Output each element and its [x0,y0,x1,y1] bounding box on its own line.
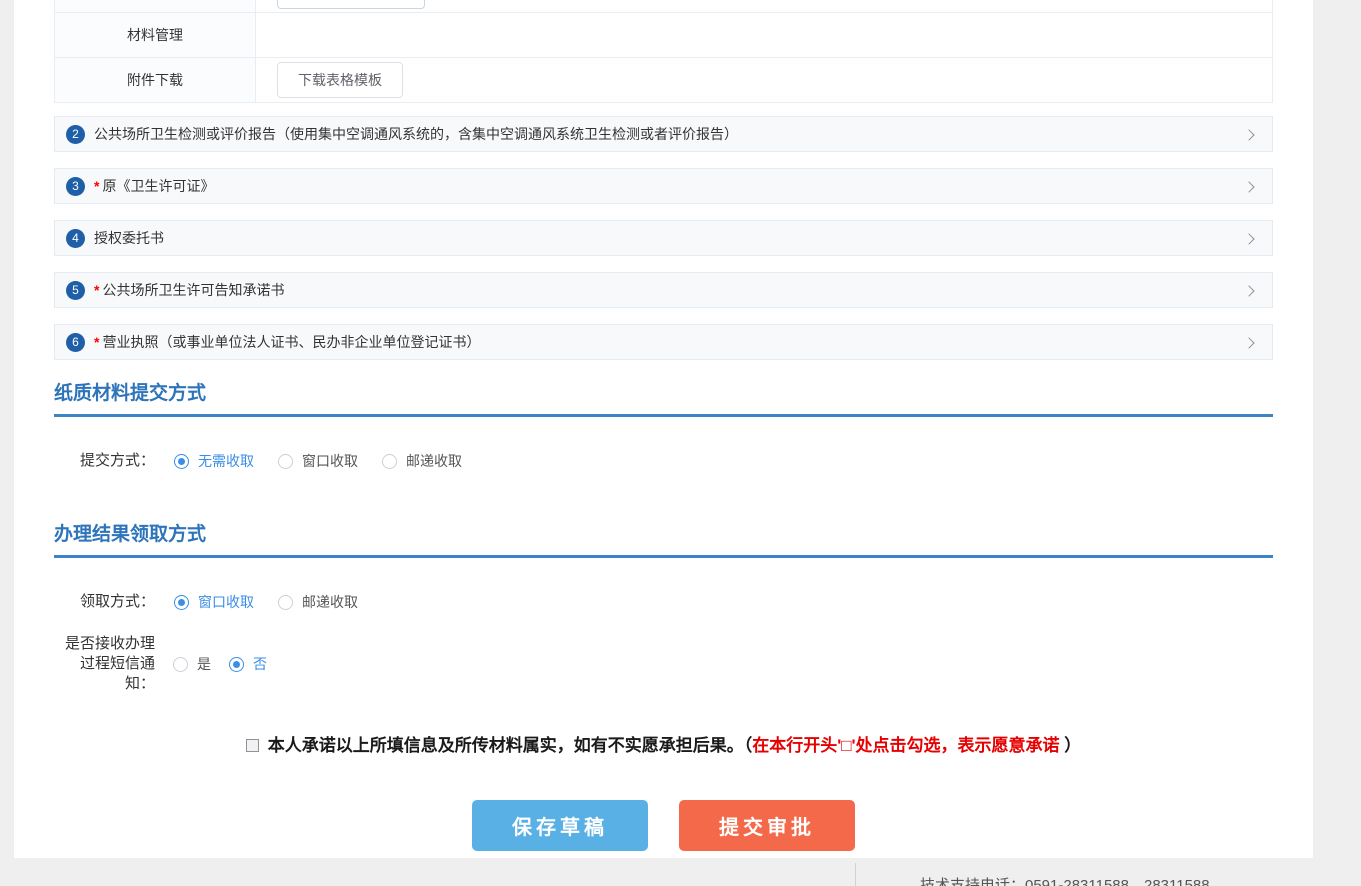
promise-hint-red: 在本行开头'□'处点击勾选，表示愿意承诺 [752,736,1059,755]
sms-notify-field: 是否接收办理 过程短信通 知： 是 否 [54,634,1273,694]
accordion-item-label: 授权委托书 [94,228,164,248]
support-phone-text: 技术支持电话：0591-28311588、28311588 [920,874,1210,886]
chevron-right-icon [1243,181,1254,192]
download-template-button[interactable]: 下载表格模板 [277,62,403,98]
footer: 技术支持电话：0591-28311588、28311588 [0,858,1361,886]
pickup-method-field: 领取方式： 窗口收取 邮递收取 [54,592,1273,612]
table-row [55,0,1272,12]
item-number-badge: 3 [66,177,85,196]
radio-icon [174,595,189,610]
accordion-item-label: 公共场所卫生检测或评价报告（使用集中空调通风系统的，含集中空调通风系统卫生检测或… [94,124,738,144]
required-asterisk: * [94,334,99,350]
table-row: 材料管理 [55,12,1272,57]
save-draft-button[interactable]: 保存草稿 [472,800,648,851]
radio-icon [382,454,397,469]
promise-row: 本人承诺以上所填信息及所传材料属实，如有不实愿承担后果。（在本行开头'□'处点击… [54,734,1273,758]
chevron-right-icon [1243,233,1254,244]
pickup-method-label: 领取方式： [54,592,155,612]
promise-checkbox[interactable] [246,739,259,752]
action-button-row: 保存草稿 提交审批 [54,800,1273,851]
attachment-download-label: 附件下载 [55,58,256,102]
radio-icon [173,657,188,672]
item-number-badge: 2 [66,125,85,144]
accordion-item-label: 营业执照（或事业单位法人证书、民办非企业单位登记证书） [102,332,480,352]
accordion-item-2[interactable]: 2 公共场所卫生检测或评价报告（使用集中空调通风系统的，含集中空调通风系统卫生检… [54,116,1273,152]
radio-sms-yes[interactable]: 是 [173,654,211,674]
materials-table: 材料管理 附件下载 下载表格模板 [54,0,1273,103]
material-accordion: 2 公共场所卫生检测或评价报告（使用集中空调通风系统的，含集中空调通风系统卫生检… [54,116,1273,360]
promise-text: 本人承诺以上所填信息及所传材料属实，如有不实愿承担后果。（在本行开头'□'处点击… [268,734,1082,758]
accordion-item-4[interactable]: 4 授权委托书 [54,220,1273,256]
chevron-right-icon [1243,337,1254,348]
footer-divider [855,863,856,886]
row-value-cell [256,13,1272,57]
radio-no-collection[interactable]: 无需收取 [174,451,254,471]
paper-material-section-title: 纸质材料提交方式 [54,378,1273,417]
content-card: 材料管理 附件下载 下载表格模板 2 公共场所卫生检测或评价报告（使用集中空调通… [14,0,1313,858]
chevron-right-icon [1243,285,1254,296]
chevron-right-icon [1243,129,1254,140]
radio-mail-pickup[interactable]: 邮递收取 [278,592,358,612]
accordion-item-label: 原《卫生许可证》 [102,176,214,196]
item-number-badge: 6 [66,333,85,352]
accordion-item-label: 公共场所卫生许可告知承诺书 [102,280,284,300]
accordion-item-5[interactable]: 5 * 公共场所卫生许可告知承诺书 [54,272,1273,308]
required-asterisk: * [94,178,99,194]
radio-mail-collection[interactable]: 邮递收取 [382,451,462,471]
item-number-badge: 5 [66,281,85,300]
item-number-badge: 4 [66,229,85,248]
submit-method-field: 提交方式： 无需收取 窗口收取 邮递收取 [54,451,1273,471]
required-asterisk: * [94,282,99,298]
radio-icon [278,454,293,469]
clipped-input-fragment [277,0,425,9]
accordion-item-6[interactable]: 6 * 营业执照（或事业单位法人证书、民办非企业单位登记证书） [54,324,1273,360]
table-row: 附件下载 下载表格模板 [55,57,1272,102]
page: 材料管理 附件下载 下载表格模板 2 公共场所卫生检测或评价报告（使用集中空调通… [0,0,1361,886]
radio-icon [229,657,244,672]
submit-approval-button[interactable]: 提交审批 [679,800,855,851]
row-label-cell [55,0,256,12]
material-manage-label: 材料管理 [55,13,256,57]
result-pickup-section-title: 办理结果领取方式 [54,519,1273,558]
radio-window-collection[interactable]: 窗口收取 [278,451,358,471]
radio-icon [278,595,293,610]
row-value-cell [256,0,1272,12]
radio-sms-no[interactable]: 否 [229,654,267,674]
submit-method-label: 提交方式： [54,451,155,471]
radio-icon [174,454,189,469]
radio-window-pickup[interactable]: 窗口收取 [174,592,254,612]
accordion-item-3[interactable]: 3 * 原《卫生许可证》 [54,168,1273,204]
row-value-cell: 下载表格模板 [256,58,1272,102]
sms-notify-label: 是否接收办理 过程短信通 知： [54,634,155,694]
